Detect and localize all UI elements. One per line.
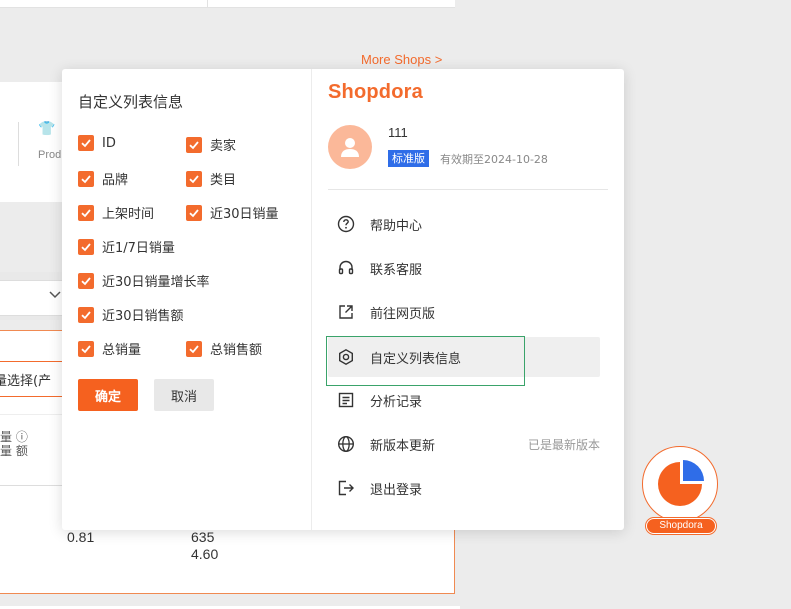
checkbox-total-sales[interactable]: 总销量 bbox=[78, 339, 141, 358]
checkbox-seller[interactable]: 卖家 bbox=[186, 135, 236, 154]
shopdora-float-button[interactable]: Shopdora bbox=[642, 446, 718, 534]
pie-chart-icon bbox=[658, 460, 704, 506]
plan-expiry: 有效期至2024-10-28 bbox=[440, 153, 548, 166]
checkbox-label: 类目 bbox=[210, 173, 237, 188]
checkbox-total-revenue[interactable]: 总销售额 bbox=[186, 339, 262, 358]
document-list-icon bbox=[336, 390, 356, 410]
settings-hexagon-icon bbox=[336, 347, 356, 367]
chevron-down-icon bbox=[48, 287, 62, 305]
bulk-select-button[interactable]: 量选择(产 bbox=[0, 361, 68, 397]
globe-icon bbox=[336, 434, 356, 454]
background-top-divider bbox=[207, 0, 208, 8]
checkbox-label: 卖家 bbox=[210, 139, 237, 154]
headset-icon bbox=[336, 258, 356, 278]
menu-item-help-center[interactable]: 帮助中心 bbox=[328, 204, 600, 244]
checkbox-checked-icon bbox=[78, 238, 94, 255]
menu-item-logout[interactable]: 退出登录 bbox=[328, 468, 600, 508]
username: 111 bbox=[388, 125, 408, 140]
menu-item-label: 帮助中心 bbox=[370, 218, 423, 234]
background-top-panel bbox=[0, 0, 455, 8]
checkbox-label: 近30日销量 bbox=[210, 207, 279, 222]
avatar bbox=[328, 125, 372, 169]
account-menu-panel: Shopdora 111 标准版 有效期至2024-10-28 帮助中心 联系客… bbox=[312, 69, 624, 530]
checkbox-listed-time[interactable]: 上架时间 bbox=[78, 203, 154, 222]
version-status: 已是最新版本 bbox=[527, 437, 600, 452]
checkbox-label: ID bbox=[102, 135, 116, 151]
external-link-icon bbox=[336, 302, 356, 322]
table-cell-value: 4.60 bbox=[191, 546, 219, 562]
checkbox-label: 总销售额 bbox=[210, 343, 263, 358]
checkbox-checked-icon bbox=[78, 272, 94, 289]
menu-item-label: 退出登录 bbox=[370, 482, 423, 498]
menu-item-custom-columns[interactable]: 自定义列表信息 bbox=[328, 337, 600, 377]
checkbox-label: 近30日销量增长率 bbox=[102, 275, 210, 290]
checkbox-checked-icon bbox=[186, 204, 202, 221]
checkbox-category[interactable]: 类目 bbox=[186, 169, 236, 188]
menu-item-label: 前往网页版 bbox=[370, 306, 436, 322]
menu-item-version-update[interactable]: 新版本更新 已是最新版本 bbox=[328, 424, 600, 464]
checkbox-checked-icon bbox=[78, 306, 94, 323]
background-card-divider bbox=[18, 122, 19, 166]
checkbox-30d-sales[interactable]: 近30日销量 bbox=[186, 203, 279, 222]
confirm-button[interactable]: 确定 bbox=[78, 379, 138, 411]
checkbox-label: 近30日销售额 bbox=[102, 309, 184, 324]
menu-item-web-version[interactable]: 前往网页版 bbox=[328, 292, 600, 332]
menu-item-label: 联系客服 bbox=[370, 262, 423, 278]
logout-icon bbox=[336, 478, 356, 498]
checkbox-30d-revenue[interactable]: 近30日销售额 bbox=[78, 305, 184, 324]
menu-item-label: 自定义列表信息 bbox=[370, 351, 462, 367]
menu-item-analysis-records[interactable]: 分析记录 bbox=[328, 380, 600, 420]
checkbox-checked-icon bbox=[78, 340, 94, 357]
table-column-header: 量 ⓘ 量 额 bbox=[0, 430, 28, 458]
menu-item-contact-support[interactable]: 联系客服 bbox=[328, 248, 600, 288]
checkbox-brand[interactable]: 品牌 bbox=[78, 169, 128, 188]
shopdora-logo: Shopdora bbox=[328, 81, 423, 103]
cancel-button[interactable]: 取消 bbox=[154, 379, 214, 411]
custom-columns-title: 自定义列表信息 bbox=[78, 93, 184, 111]
table-cell-value: 0.81 bbox=[67, 529, 95, 545]
checkbox-label: 近1/7日销量 bbox=[102, 241, 175, 256]
checkbox-label: 上架时间 bbox=[102, 207, 155, 222]
checkbox-label: 品牌 bbox=[102, 173, 129, 188]
checkbox-30d-sales-growth[interactable]: 近30日销量增长率 bbox=[78, 271, 210, 290]
checkbox-label: 总销量 bbox=[102, 343, 142, 358]
float-circle bbox=[642, 446, 718, 522]
shirt-icon: 👕 bbox=[38, 121, 56, 137]
checkbox-id[interactable]: ID bbox=[78, 135, 116, 151]
help-circle-icon bbox=[336, 214, 356, 234]
menu-item-label: 分析记录 bbox=[370, 394, 423, 410]
checkbox-checked-icon bbox=[78, 170, 94, 187]
checkbox-1-7d-sales[interactable]: 近1/7日销量 bbox=[78, 237, 175, 256]
user-icon bbox=[341, 138, 359, 157]
more-shops-link[interactable]: More Shops > bbox=[361, 52, 442, 67]
menu-item-label: 新版本更新 bbox=[370, 438, 436, 454]
checkbox-checked-icon bbox=[186, 170, 202, 187]
custom-columns-panel: 自定义列表信息 ID 卖家 品牌 类目 上架时间 近30日销量 近1/7日销量 bbox=[62, 69, 311, 530]
checkbox-checked-icon bbox=[186, 340, 202, 357]
user-divider bbox=[328, 189, 608, 190]
checkbox-checked-icon bbox=[78, 204, 94, 221]
plan-badge: 标准版 bbox=[388, 150, 429, 167]
checkbox-checked-icon bbox=[78, 135, 94, 151]
product-label: Prod bbox=[38, 149, 62, 161]
account-popup: 自定义列表信息 ID 卖家 品牌 类目 上架时间 近30日销量 近1/7日销量 bbox=[62, 69, 624, 530]
table-cell-value: 635 bbox=[191, 529, 215, 545]
checkbox-checked-icon bbox=[186, 136, 202, 153]
float-label: Shopdora bbox=[646, 518, 716, 534]
